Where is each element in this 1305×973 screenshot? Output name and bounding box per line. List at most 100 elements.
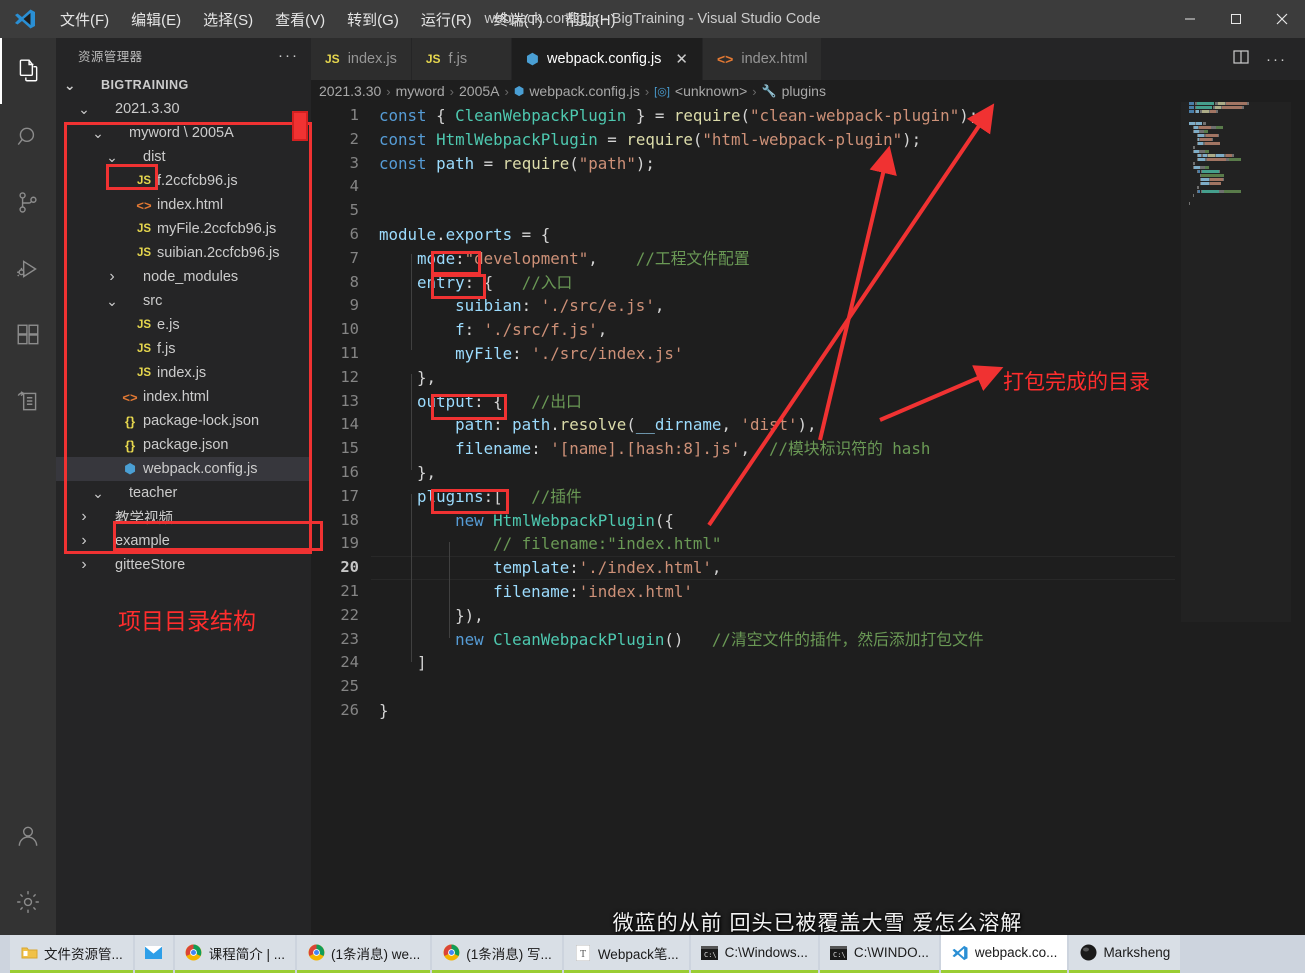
editor-more-icon[interactable]: ··· <box>1266 51 1287 68</box>
code-line[interactable]: filename:'index.html' <box>379 580 1305 604</box>
tree-item[interactable]: ⌄ 2021.3.30 <box>56 97 311 121</box>
tree-item[interactable]: {} package.json <box>56 433 311 457</box>
taskbar-item[interactable]: webpack.co... <box>940 935 1068 973</box>
tree-item[interactable]: JS f.2ccfcb96.js <box>56 169 311 193</box>
chevron-right-icon[interactable]: › <box>104 268 120 286</box>
tab-f-js[interactable]: JS f.js <box>411 38 512 80</box>
close-button[interactable] <box>1259 0 1305 38</box>
tree-item[interactable]: ⌄ teacher <box>56 481 311 505</box>
code-line[interactable]: entry: { //入口 <box>379 271 1305 295</box>
taskbar-item[interactable]: 文件资源管... <box>10 935 133 973</box>
code-line[interactable]: const { CleanWebpackPlugin } = require("… <box>379 104 1305 128</box>
code-line[interactable]: filename: '[name].[hash:8].js', //模块标识符的… <box>379 437 1305 461</box>
minimap-slider[interactable] <box>1181 102 1291 622</box>
menu-edit[interactable]: 编辑(E) <box>121 5 191 34</box>
tree-item[interactable]: › gitteeStore <box>56 553 311 577</box>
remote-explorer-icon[interactable] <box>0 368 56 434</box>
menu-selection[interactable]: 选择(S) <box>193 5 263 34</box>
tab-close-icon[interactable]: ✕ <box>675 50 688 68</box>
tree-item[interactable]: JS myFile.2ccfcb96.js <box>56 217 311 241</box>
tree-item[interactable]: ⌄ dist <box>56 145 311 169</box>
breadcrumb-item[interactable]: myword <box>396 83 445 99</box>
code-line[interactable]: const HtmlWebpackPlugin = require("html-… <box>379 128 1305 152</box>
minimap[interactable] <box>1181 102 1291 935</box>
code-editor[interactable]: 1 2 3 4 5 6 7 8 9 10 11 12 13 14 15 16 17 18 19 20 21 22 23 24 2… <box>311 102 1305 935</box>
menu-go[interactable]: 转到(G) <box>337 5 409 34</box>
code-line[interactable]: }, <box>379 461 1305 485</box>
menu-view[interactable]: 查看(V) <box>265 5 335 34</box>
tab-index-js[interactable]: JS index.js <box>311 38 412 80</box>
menu-file[interactable]: 文件(F) <box>50 5 119 34</box>
taskbar-item[interactable]: 课程简介 | ... <box>174 935 296 973</box>
menu-help[interactable]: 帮助(H) <box>555 5 626 34</box>
tab-webpack-config-js[interactable]: ⬢ webpack.config.js ✕ <box>511 38 703 80</box>
breadcrumb-item[interactable]: <unknown> <box>675 83 747 99</box>
explorer-icon[interactable] <box>0 38 56 104</box>
tree-item[interactable]: JS suibian.2ccfcb96.js <box>56 241 311 265</box>
menu-terminal[interactable]: 终端(T) <box>484 5 553 34</box>
code-line[interactable]: path: path.resolve(__dirname, 'dist'), <box>379 413 1305 437</box>
explorer-more-icon[interactable]: ··· <box>278 47 299 64</box>
taskbar-item[interactable]: C:\ C:\WINDO... <box>819 935 939 973</box>
taskbar-item[interactable]: Marksheng <box>1069 935 1181 973</box>
chevron-right-icon[interactable]: › <box>76 556 92 574</box>
tree-item[interactable]: JS e.js <box>56 313 311 337</box>
vertical-scrollbar[interactable] <box>1291 102 1305 935</box>
chevron-right-icon[interactable]: › <box>76 508 92 526</box>
taskbar-item[interactable]: (1条消息) 写... <box>432 935 562 973</box>
tree-item[interactable]: ⬢ webpack.config.js <box>56 457 311 481</box>
chevron-down-icon[interactable]: ⌄ <box>104 294 120 308</box>
code-line[interactable]: }, <box>379 366 1305 390</box>
tab-index-html[interactable]: <> index.html <box>703 38 823 80</box>
taskbar-item[interactable] <box>134 935 173 973</box>
tree-item[interactable]: JS f.js <box>56 337 311 361</box>
tree-item[interactable]: ⌄ myword \ 2005A <box>56 121 311 145</box>
split-editor-icon[interactable] <box>1232 48 1250 71</box>
chevron-down-icon[interactable]: ⌄ <box>76 102 92 116</box>
code-line[interactable]: mode:"development", //工程文件配置 <box>379 247 1305 271</box>
code-line[interactable]: f: './src/f.js', <box>379 318 1305 342</box>
search-icon[interactable] <box>0 104 56 170</box>
tree-item[interactable]: {} package-lock.json <box>56 409 311 433</box>
tree-item[interactable]: › 教学视频 <box>56 505 311 529</box>
code-line[interactable]: module.exports = { <box>379 223 1305 247</box>
chevron-down-icon[interactable]: ⌄ <box>90 126 106 140</box>
tree-item[interactable]: › node_modules <box>56 265 311 289</box>
code-content[interactable]: const { CleanWebpackPlugin } = require("… <box>379 102 1305 723</box>
code-line[interactable]: } <box>379 699 1305 723</box>
taskbar-item[interactable]: C:\ C:\Windows... <box>690 935 818 973</box>
maximize-button[interactable] <box>1213 0 1259 38</box>
minimize-button[interactable] <box>1167 0 1213 38</box>
tree-item[interactable]: <> index.html <box>56 385 311 409</box>
chevron-down-icon[interactable]: ⌄ <box>104 150 120 164</box>
chevron-right-icon[interactable]: › <box>76 532 92 550</box>
tree-item[interactable]: <> index.html <box>56 193 311 217</box>
code-line[interactable]: new HtmlWebpackPlugin({ <box>379 509 1305 533</box>
code-line[interactable]: new CleanWebpackPlugin() //清空文件的插件，然后添加打… <box>379 628 1305 652</box>
code-line[interactable] <box>379 199 1305 223</box>
code-line[interactable]: template:'./index.html', <box>379 556 1305 580</box>
code-line[interactable]: suibian: './src/e.js', <box>379 294 1305 318</box>
run-debug-icon[interactable] <box>0 236 56 302</box>
tree-item[interactable]: JS index.js <box>56 361 311 385</box>
breadcrumb-item[interactable]: 2005A <box>459 83 499 99</box>
taskbar-item[interactable]: T Webpack笔... <box>563 935 689 973</box>
chevron-down-icon[interactable]: ⌄ <box>90 486 106 500</box>
code-line[interactable]: // filename:"index.html" <box>379 532 1305 556</box>
code-line[interactable]: plugins:[ //插件 <box>379 485 1305 509</box>
code-line[interactable]: myFile: './src/index.js' <box>379 342 1305 366</box>
chevron-down-icon[interactable]: ⌄ <box>62 78 78 92</box>
source-control-icon[interactable] <box>0 170 56 236</box>
tree-item[interactable]: ⌄ src <box>56 289 311 313</box>
code-line[interactable] <box>379 675 1305 699</box>
taskbar-start[interactable] <box>0 935 10 973</box>
menu-run[interactable]: 运行(R) <box>411 5 482 34</box>
tree-item[interactable]: ⌄ BIGTRAINING <box>56 73 311 97</box>
extensions-icon[interactable] <box>0 302 56 368</box>
code-line[interactable]: const path = require("path"); <box>379 152 1305 176</box>
breadcrumb-item[interactable]: 2021.3.30 <box>319 83 381 99</box>
code-line[interactable]: ] <box>379 651 1305 675</box>
breadcrumb-item[interactable]: plugins <box>782 83 826 99</box>
code-line[interactable] <box>379 175 1305 199</box>
tree-item[interactable]: › example <box>56 529 311 553</box>
